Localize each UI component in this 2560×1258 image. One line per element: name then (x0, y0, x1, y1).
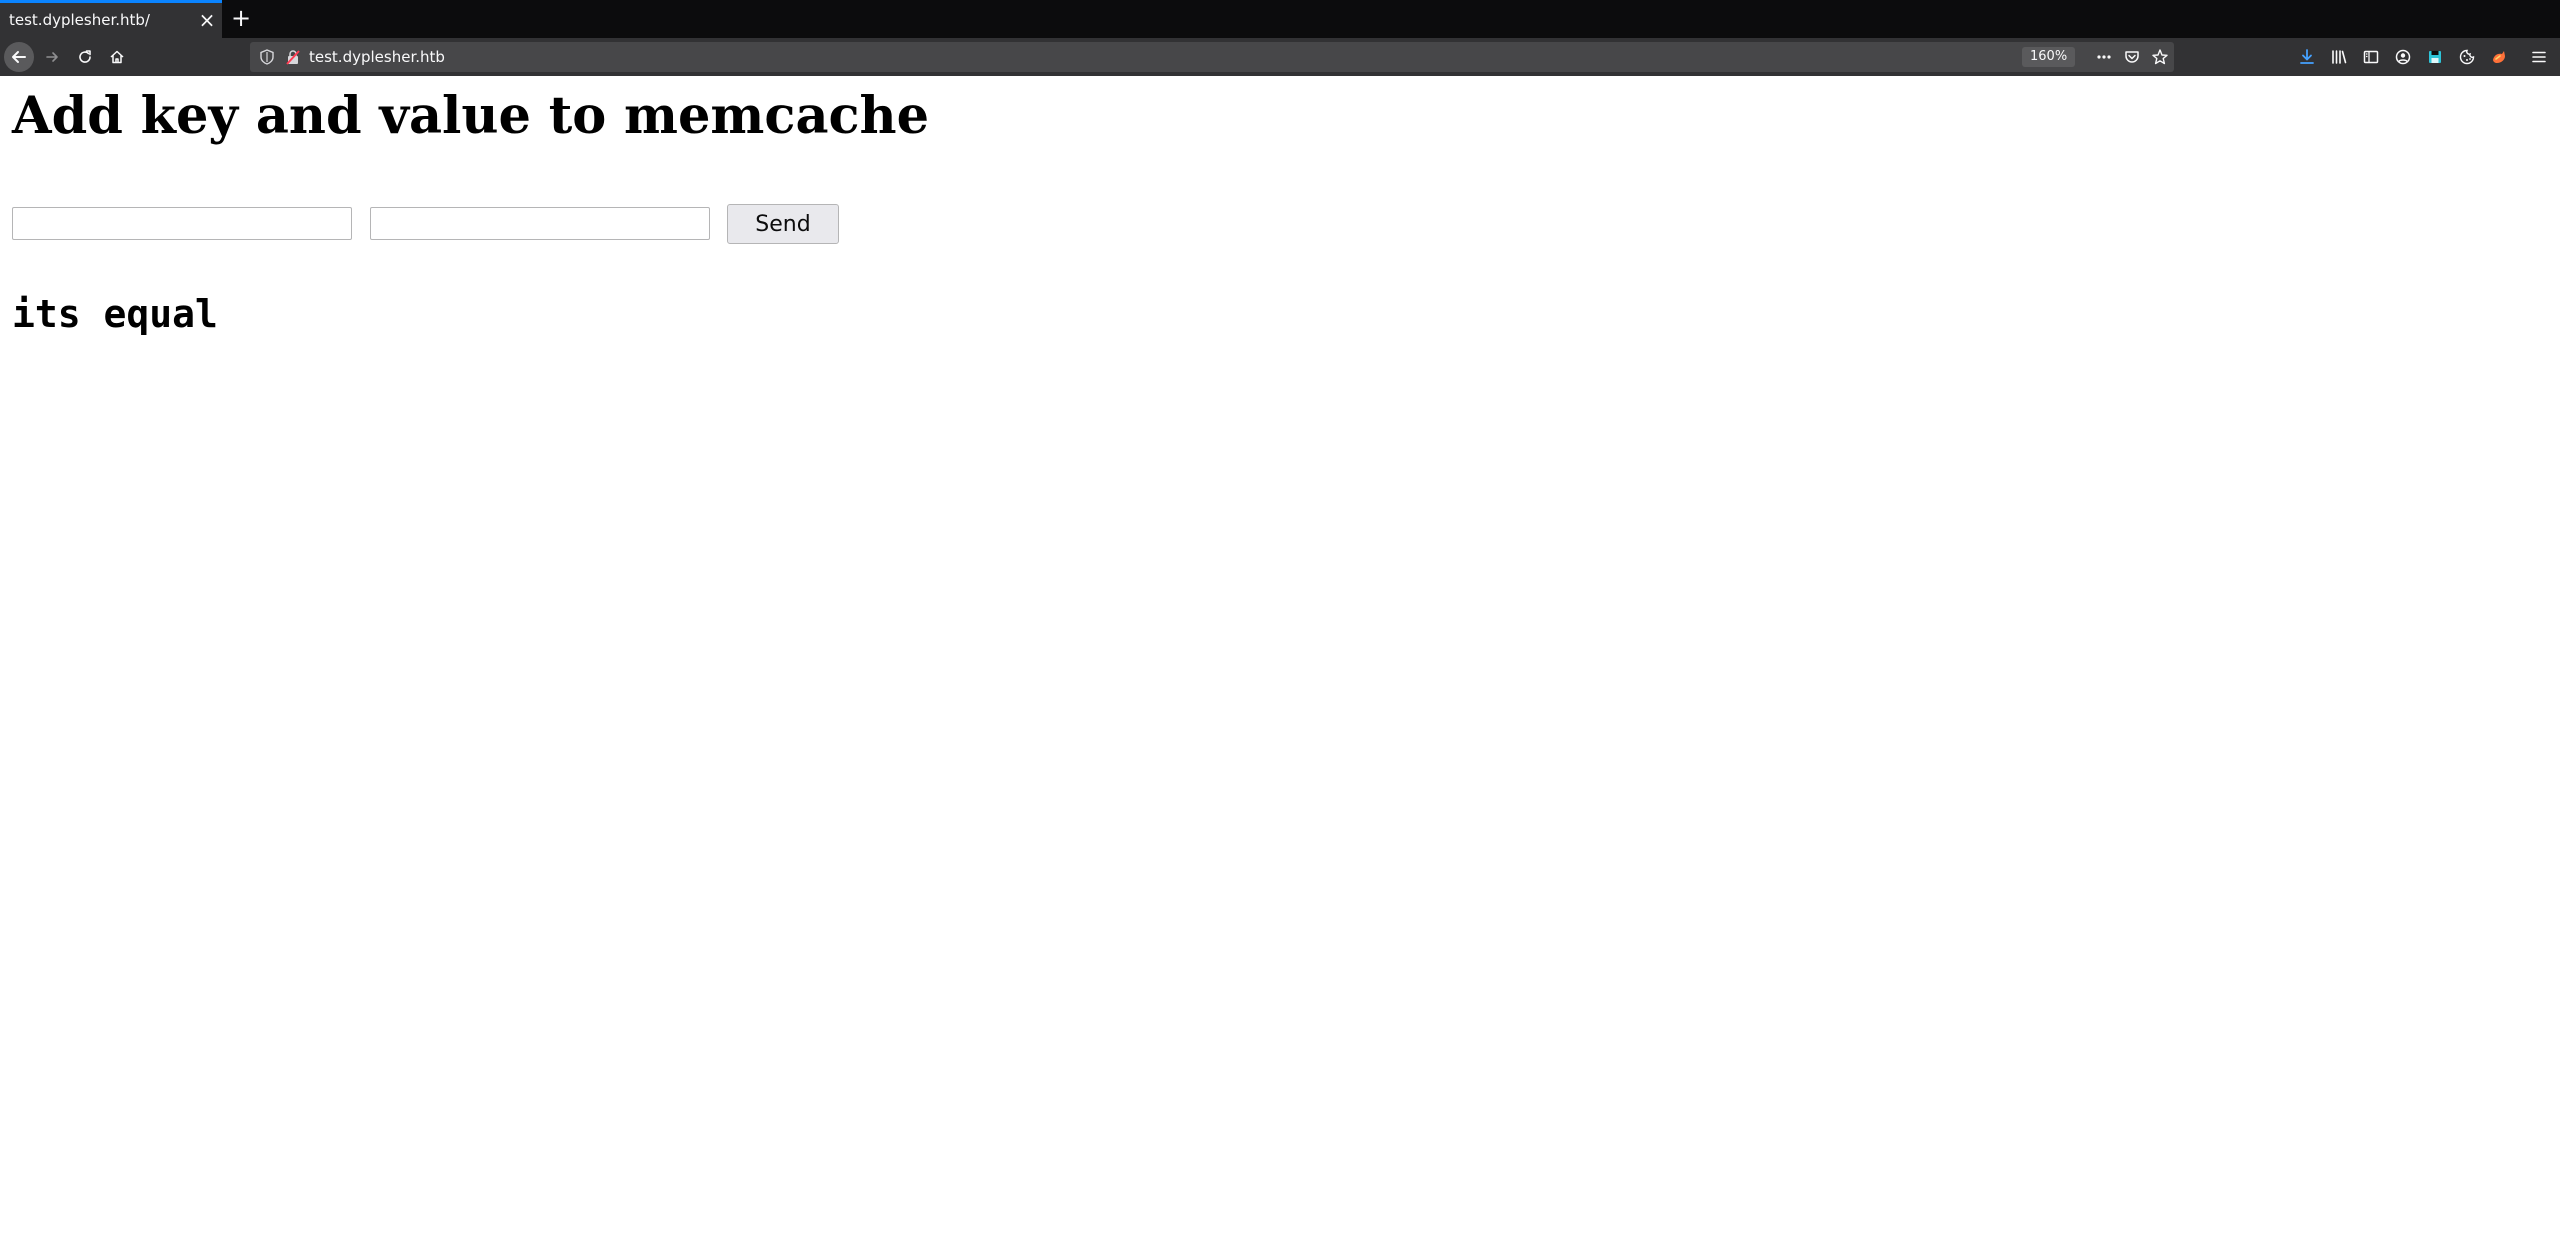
url-bar[interactable]: test.dyplesher.htb 160% (250, 42, 2174, 72)
extension-icon[interactable] (2484, 42, 2514, 72)
page-content: Add key and value to memcache Send its e… (0, 76, 2560, 1258)
download-icon[interactable] (2292, 42, 2322, 72)
sidebar-icon[interactable] (2356, 42, 2386, 72)
shield-icon[interactable] (258, 48, 276, 66)
menu-icon[interactable] (2524, 42, 2554, 72)
home-icon[interactable] (102, 42, 132, 72)
zoom-level-badge[interactable]: 160% (2022, 47, 2076, 67)
cookie-icon[interactable] (2452, 42, 2482, 72)
save-icon[interactable] (2420, 42, 2450, 72)
arrow-right-icon[interactable] (38, 42, 68, 72)
insecure-lock-icon[interactable] (284, 48, 302, 66)
reload-icon[interactable] (70, 42, 100, 72)
tab-title: test.dyplesher.htb/ (9, 11, 150, 29)
tab-active[interactable]: test.dyplesher.htb/ × (0, 0, 222, 38)
send-button[interactable]: Send (727, 204, 839, 244)
pocket-icon[interactable] (2121, 46, 2143, 68)
browser-chrome: test.dyplesher.htb/ × + test.dyplesher.h… (0, 0, 2560, 76)
navigation-toolbar: test.dyplesher.htb 160% (0, 38, 2560, 76)
star-icon[interactable] (2149, 46, 2171, 68)
value-input[interactable] (370, 207, 710, 240)
key-input[interactable] (12, 207, 352, 240)
page-heading: Add key and value to memcache (12, 86, 930, 146)
tab-strip: test.dyplesher.htb/ × + (0, 0, 2560, 38)
arrow-left-icon[interactable] (4, 42, 34, 72)
account-icon[interactable] (2388, 42, 2418, 72)
result-message: its equal (12, 292, 218, 336)
library-icon[interactable] (2324, 42, 2354, 72)
plus-icon[interactable]: + (231, 3, 251, 33)
ellipsis-icon[interactable] (2093, 46, 2115, 68)
close-icon[interactable]: × (198, 8, 216, 32)
url-text[interactable]: test.dyplesher.htb (309, 48, 445, 66)
